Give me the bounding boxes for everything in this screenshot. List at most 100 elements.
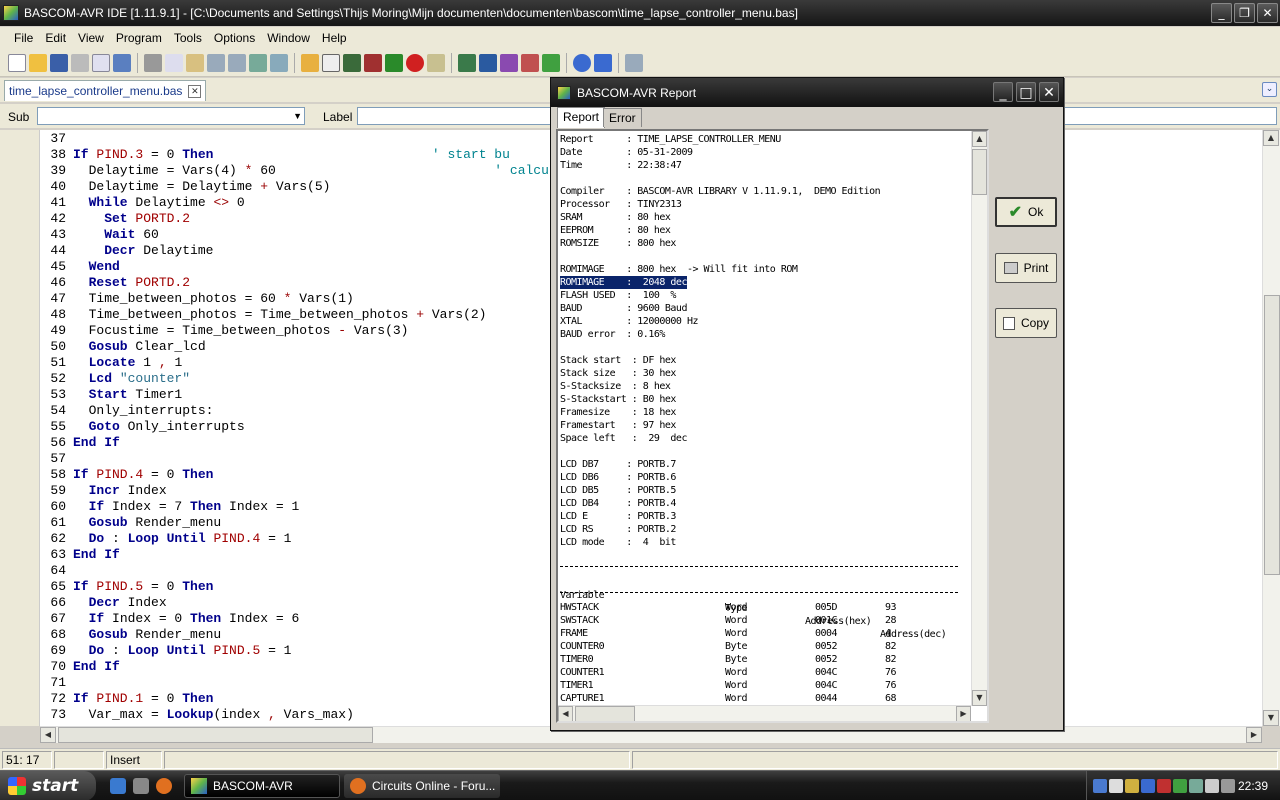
dialog-minimize-button[interactable]: _ <box>993 82 1013 102</box>
menu-edit[interactable]: Edit <box>39 31 72 45</box>
start-button[interactable]: start <box>0 771 96 800</box>
print-preview-icon[interactable] <box>92 53 110 72</box>
terminal-icon[interactable] <box>427 53 445 72</box>
menu-help[interactable]: Help <box>316 31 353 45</box>
label-label: Label <box>323 110 353 124</box>
indent-icon[interactable] <box>207 53 225 72</box>
scroll-thumb[interactable] <box>1264 295 1280 575</box>
graphic-converter-icon[interactable] <box>521 53 539 72</box>
program-chip-icon[interactable] <box>364 53 382 72</box>
code-token: 1 <box>143 355 159 370</box>
firefox-icon[interactable] <box>156 778 172 794</box>
tab-close-icon[interactable]: ✕ <box>188 84 202 98</box>
report-vertical-scrollbar[interactable]: ▲ ▼ <box>971 131 987 706</box>
scroll-up-icon[interactable]: ▲ <box>1263 130 1279 146</box>
z-tray-icon[interactable] <box>1109 779 1123 793</box>
scroll-right-icon[interactable]: ▶ <box>956 706 971 721</box>
tab-list-dropdown-icon[interactable]: ⌄ <box>1262 82 1277 97</box>
security-tray-icon[interactable] <box>1157 779 1171 793</box>
code-token: Incr <box>73 483 128 498</box>
paste-icon[interactable] <box>186 53 204 72</box>
copy-icon[interactable] <box>165 53 183 72</box>
menu-window[interactable]: Window <box>261 31 316 45</box>
tray-app-icon[interactable] <box>1173 779 1187 793</box>
menu-options[interactable]: Options <box>208 31 261 45</box>
scroll-down-icon[interactable]: ▼ <box>1263 710 1279 726</box>
scroll-down-icon[interactable]: ▼ <box>972 690 987 706</box>
code-token: Gosub <box>73 515 136 530</box>
menu-tools[interactable]: Tools <box>168 31 208 45</box>
restore-button[interactable]: ❐ <box>1234 3 1255 23</box>
code-token: End If <box>73 435 120 450</box>
save-all-icon[interactable] <box>113 53 131 72</box>
find-icon[interactable] <box>249 53 267 72</box>
bluetooth-tray-icon[interactable] <box>1141 779 1155 793</box>
task-bascom[interactable]: BASCOM-AVR <box>184 774 340 798</box>
sub-dropdown[interactable]: ▼ <box>37 107 305 125</box>
scroll-right-icon[interactable]: ▶ <box>1246 727 1262 743</box>
dialog-close-button[interactable]: ✕ <box>1039 82 1059 102</box>
minimize-button[interactable]: _ <box>1211 3 1232 23</box>
report-scroll-thumb[interactable] <box>972 149 987 195</box>
report-text-area[interactable]: Report : TIME_LAPSE_CONTROLLER_MENU Date … <box>556 129 989 723</box>
save-icon[interactable] <box>50 53 68 72</box>
copy-button[interactable]: Copy <box>995 308 1057 338</box>
task-firefox[interactable]: Circuits Online - Foru... <box>344 774 500 798</box>
variable-cell: COUNTER1 <box>560 667 605 678</box>
find-next-icon[interactable] <box>270 53 288 72</box>
ok-button[interactable]: ✔ Ok <box>995 197 1057 227</box>
simulator-icon[interactable] <box>458 53 476 72</box>
menu-file[interactable]: File <box>8 31 39 45</box>
monitor-tray-icon[interactable] <box>1205 779 1219 793</box>
unindent-icon[interactable] <box>228 53 246 72</box>
syntax-check-icon[interactable] <box>301 53 319 72</box>
scroll-left-icon[interactable]: ◀ <box>40 727 56 743</box>
tab-report[interactable]: Report <box>557 107 606 128</box>
system-tray: 22:39 <box>1086 771 1280 800</box>
variable-cell: 004C <box>815 667 838 678</box>
code-token: "counter" <box>119 371 191 386</box>
warning-tray-icon[interactable] <box>1125 779 1139 793</box>
variable-cell: 0044 <box>815 693 838 704</box>
menu-view[interactable]: View <box>72 31 110 45</box>
usb-tray-icon[interactable] <box>1189 779 1203 793</box>
network-tray-icon[interactable] <box>1093 779 1107 793</box>
ie-icon[interactable] <box>110 778 126 794</box>
open-folder-icon[interactable] <box>29 53 47 72</box>
chevron-down-icon: ▼ <box>293 111 302 121</box>
help-icon[interactable] <box>594 53 612 72</box>
new-file-icon[interactable] <box>8 53 26 72</box>
report-h-scroll-thumb[interactable] <box>575 706 635 721</box>
lcd-designer-icon[interactable] <box>479 53 497 72</box>
library-manager-icon[interactable] <box>542 53 560 72</box>
print-icon[interactable] <box>71 53 89 72</box>
code-token: = 0 <box>143 147 183 162</box>
menu-program[interactable]: Program <box>110 31 168 45</box>
scroll-left-icon[interactable]: ◀ <box>558 706 573 721</box>
editor-vertical-scrollbar[interactable]: ▲ ▼ <box>1262 130 1280 726</box>
run-icon[interactable] <box>385 53 403 72</box>
info-icon[interactable] <box>573 53 591 72</box>
volume-tray-icon[interactable] <box>1221 779 1235 793</box>
code-token: Reset <box>73 275 136 290</box>
tab-file[interactable]: time_lapse_controller_menu.bas ✕ <box>4 80 207 101</box>
stop-icon[interactable] <box>406 53 424 72</box>
dialog-maximize-button[interactable]: □ <box>1016 82 1036 102</box>
h-scroll-thumb[interactable] <box>58 727 373 743</box>
code-token: End If <box>73 547 120 562</box>
zoom-icon[interactable] <box>625 53 643 72</box>
variable-cell: Word <box>725 602 748 613</box>
close-button[interactable]: ✕ <box>1257 3 1278 23</box>
compile-chip-icon[interactable] <box>343 53 361 72</box>
code-token: PIND.5 <box>213 643 261 658</box>
checkbox-icon[interactable] <box>322 53 340 72</box>
scroll-up-icon[interactable]: ▲ <box>972 131 987 147</box>
print-button[interactable]: Print <box>995 253 1057 283</box>
code-token: Index <box>127 595 167 610</box>
report-horizontal-scrollbar[interactable]: ◀ ▶ <box>558 705 971 721</box>
tab-error[interactable]: Error <box>603 108 642 127</box>
code-token: PIND.4 <box>213 531 261 546</box>
cut-icon[interactable] <box>144 53 162 72</box>
show-desktop-icon[interactable] <box>133 778 149 794</box>
font-editor-icon[interactable] <box>500 53 518 72</box>
